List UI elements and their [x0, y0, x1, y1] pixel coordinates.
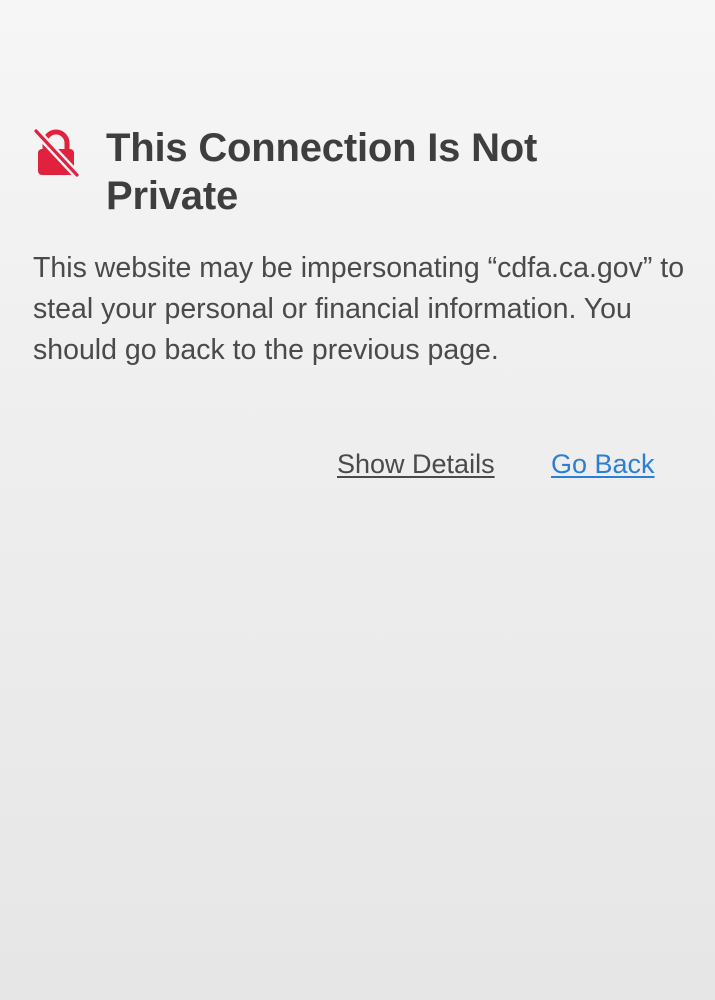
warning-actions: Show Details Go Back — [0, 446, 715, 486]
show-details-link[interactable]: Show Details — [337, 446, 495, 482]
lock-slash-icon — [32, 128, 80, 178]
go-back-link[interactable]: Go Back — [551, 446, 655, 482]
privacy-warning-page: This Connection Is Not Private This webs… — [0, 0, 715, 1000]
page-title: This Connection Is Not Private — [106, 126, 538, 218]
warning-message: This website may be impersonating “cdfa.… — [33, 252, 685, 366]
